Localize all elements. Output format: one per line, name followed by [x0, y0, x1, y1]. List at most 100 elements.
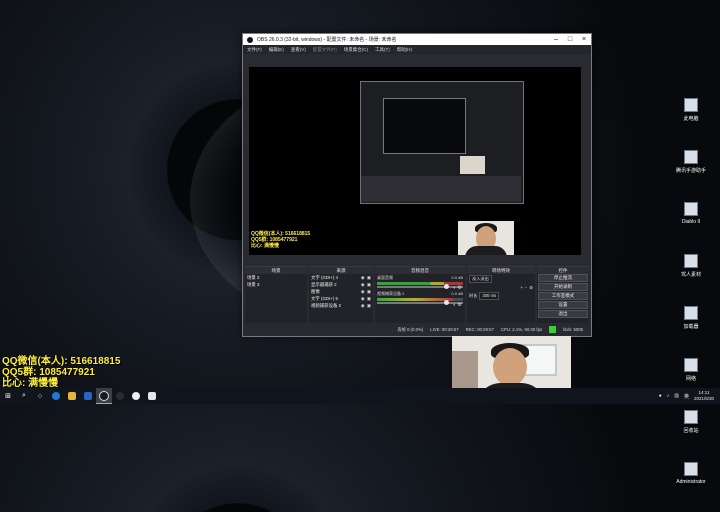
transitions-header: 转场特效: [467, 267, 535, 274]
desktop-icon-assets[interactable]: 驾人素材: [670, 252, 712, 304]
settings-icon[interactable]: ⚙: [458, 285, 462, 291]
menu-profile[interactable]: 配置文件(P): [313, 47, 337, 53]
audio-meter: [377, 298, 463, 301]
eye-icon[interactable]: ◉: [361, 274, 365, 281]
menu-view[interactable]: 查看(V): [291, 47, 306, 53]
audio-meter: [377, 282, 463, 285]
scene-item[interactable]: 场景 2: [245, 274, 307, 281]
preview-overlay-text: QQ微信(本人): 516618815 QQ5群: 1085477921 比心:…: [251, 231, 311, 249]
studio-mode-button[interactable]: 工作室模式: [538, 292, 588, 300]
start-recording-button[interactable]: 开始录制: [538, 283, 588, 291]
clock[interactable]: 14:11 2021/5/30: [694, 390, 714, 402]
nested-docks: [361, 176, 521, 202]
eye-icon[interactable]: ◉: [361, 295, 365, 302]
sources-header: 来源: [309, 267, 373, 274]
source-item[interactable]: 图像 ◉ ▣: [309, 288, 373, 295]
lock-icon[interactable]: ▣: [367, 302, 371, 309]
desktop-icon-recycle-bin[interactable]: 回收站: [670, 408, 712, 460]
start-button[interactable]: ⊞: [0, 388, 16, 404]
game-icon: [684, 202, 698, 216]
lock-icon[interactable]: ▣: [367, 281, 371, 288]
settings-icon[interactable]: ⚙: [458, 302, 462, 308]
eye-icon[interactable]: ◉: [361, 288, 365, 295]
volume-knob[interactable]: [444, 284, 449, 289]
obs-icon: [247, 36, 253, 43]
search-icon[interactable]: ⌕: [16, 388, 32, 404]
minimize-button[interactable]: –: [549, 34, 563, 45]
app-icon[interactable]: [112, 388, 128, 404]
shirt: [465, 246, 507, 255]
network-icon[interactable]: ▥: [674, 393, 679, 399]
app-icon: [684, 306, 698, 320]
duration-row: 时长 300 ms: [467, 291, 535, 301]
input-language[interactable]: 英: [684, 393, 689, 400]
maximize-button[interactable]: □: [563, 34, 577, 45]
transition-type-row: 淡入淡出: [467, 274, 535, 284]
desktop-icon-mobile-assistant[interactable]: 腾讯手游助手: [670, 148, 712, 200]
volume-slider[interactable]: [377, 300, 463, 305]
menu-edit[interactable]: 编辑(E): [269, 47, 284, 53]
menu-help[interactable]: 帮助(H): [397, 47, 412, 53]
transition-type-select[interactable]: 淡入淡出: [469, 275, 492, 283]
status-bar: 丢帧 0 (0.0%) LIVE: 00:29:57 REC: 00:29:57…: [243, 323, 591, 336]
volume-slider[interactable]: [377, 284, 463, 289]
control-buttons: 停止推流 开始录制 工作室模式 设置 退出: [537, 274, 589, 318]
source-item[interactable]: 视频捕获设备 2 ◉ ▣: [309, 302, 373, 309]
computer-icon: [684, 98, 698, 112]
desktop-icons: 此电脑 腾讯手游助手 Diablo II 驾人素材 加载器 网络 回收站 Adm…: [670, 96, 712, 512]
desktop-icon-diablo[interactable]: Diablo II: [670, 200, 712, 252]
obs-window: OBS 26.0.3 (32-bit, windows) - 配置文件: 未命名…: [242, 33, 592, 337]
browser-icon[interactable]: [48, 388, 64, 404]
settings-button[interactable]: 设置: [538, 301, 588, 309]
eye-icon[interactable]: ◉: [361, 281, 365, 288]
bitrate-status: kb/s: 5005: [563, 327, 583, 332]
add-icon[interactable]: +: [520, 285, 522, 290]
nested-obs-preview: [360, 81, 524, 204]
scene-item[interactable]: 场景 3: [245, 281, 307, 288]
menu-file[interactable]: 文件(F): [247, 47, 262, 53]
nested-webcam: [460, 156, 485, 174]
menu-tools[interactable]: 工具(T): [375, 47, 390, 53]
wechat-icon[interactable]: ●: [659, 393, 662, 399]
lock-icon[interactable]: ▣: [367, 295, 371, 302]
preview-webcam: [458, 221, 514, 255]
mixer-track-desktop: 桌面音频 0.0 dB ◖ ⚙: [377, 275, 463, 291]
volume-knob[interactable]: [444, 300, 449, 305]
source-item[interactable]: 显示器捕获 2 ◉ ▣: [309, 281, 373, 288]
desktop-icon-administrator[interactable]: Administrator: [670, 460, 712, 512]
title-bar: OBS 26.0.3 (32-bit, windows) - 配置文件: 未命名…: [243, 34, 591, 45]
desktop-overlay-text: QQ微信(本人): 516618815 QQ5群: 1085477921 比心:…: [2, 356, 121, 389]
transition-tool-row: + − ⚙: [467, 284, 535, 291]
settings-icon[interactable]: ⚙: [529, 285, 533, 290]
exit-button[interactable]: 退出: [538, 310, 588, 318]
scenes-header: 场景: [245, 267, 307, 274]
mixer-header: 音频混音: [375, 267, 465, 274]
live-timer: LIVE: 00:29:57: [430, 327, 459, 332]
volume-icon[interactable]: ♪: [667, 393, 670, 399]
explorer-icon[interactable]: [64, 388, 80, 404]
obs-taskbar-icon[interactable]: [96, 388, 112, 404]
eye-icon[interactable]: ◉: [361, 302, 365, 309]
close-button[interactable]: ×: [577, 34, 591, 45]
app-icon[interactable]: [80, 388, 96, 404]
controls-header: 控件: [537, 267, 589, 274]
remove-icon[interactable]: −: [525, 285, 527, 290]
lock-icon[interactable]: ▣: [367, 274, 371, 281]
stop-streaming-button[interactable]: 停止推流: [538, 274, 588, 282]
duration-label: 时长: [469, 293, 478, 298]
obs-preview[interactable]: QQ微信(本人): 516618815 QQ5群: 1085477921 比心:…: [249, 67, 581, 255]
speaker-icon[interactable]: ◖: [452, 302, 455, 308]
mixer-track-video-capture: 视频捕获设备 2 0.0 dB ◖ ⚙: [377, 291, 463, 308]
menu-scene-collection[interactable]: 场景集合(C): [344, 47, 368, 53]
lock-icon[interactable]: ▣: [367, 288, 371, 295]
source-item[interactable]: 文字 (GDI+) 4 ◉ ▣: [309, 274, 373, 281]
app-icon[interactable]: [128, 388, 144, 404]
task-view-icon[interactable]: ○: [32, 388, 48, 404]
duration-input[interactable]: 300 ms: [479, 292, 500, 300]
desktop-icon-this-pc[interactable]: 此电脑: [670, 96, 712, 148]
desktop-icon-loader[interactable]: 加载器: [670, 304, 712, 356]
menu-bar: 文件(F) 编辑(E) 查看(V) 配置文件(P) 场景集合(C) 工具(T) …: [243, 45, 591, 54]
source-item[interactable]: 文字 (GDI+) 5 ◉ ▣: [309, 295, 373, 302]
app-icon[interactable]: [144, 388, 160, 404]
speaker-icon[interactable]: ◖: [452, 285, 455, 291]
